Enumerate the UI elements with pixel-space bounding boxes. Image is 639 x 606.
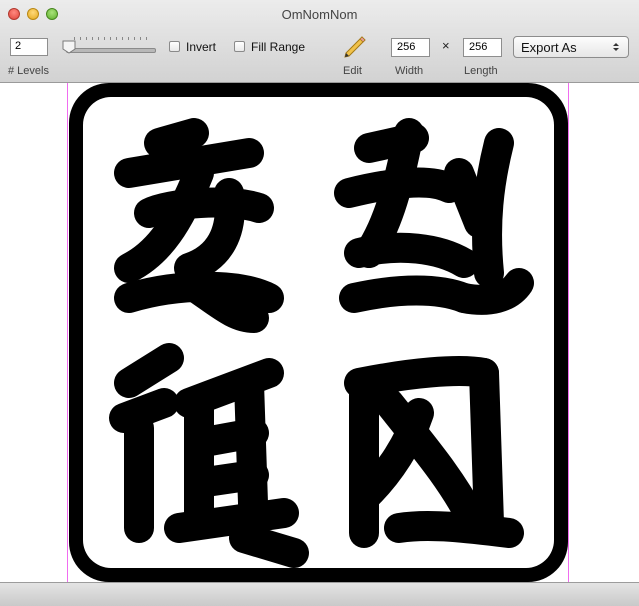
length-label: Length <box>464 65 498 77</box>
width-input[interactable]: 256 <box>391 38 430 57</box>
width-label: Width <box>395 65 424 77</box>
times-symbol: × <box>442 38 450 53</box>
invert-label: Invert <box>186 40 217 54</box>
levels-slider[interactable] <box>62 36 156 58</box>
seal-stamp-image <box>69 83 568 582</box>
pencil-icon[interactable] <box>340 34 368 62</box>
export-as-popup[interactable]: Export As <box>513 36 629 58</box>
image-canvas[interactable] <box>0 83 639 582</box>
slider-ticks <box>74 37 152 40</box>
length-input[interactable]: 256 <box>463 38 502 57</box>
title-toolbar: OmNomNom 2 # Levels Invert Fill Range Ed… <box>0 0 639 83</box>
invert-checkbox[interactable] <box>169 41 180 52</box>
status-bar <box>0 582 639 606</box>
slider-thumb-icon[interactable] <box>62 40 76 54</box>
right-guide-line <box>568 83 569 582</box>
levels-label: # Levels <box>8 65 49 77</box>
levels-input[interactable]: 2 <box>10 38 48 56</box>
slider-track <box>66 48 156 53</box>
chevron-updown-icon <box>613 43 619 51</box>
left-guide-line <box>67 83 68 582</box>
edit-label: Edit <box>343 65 362 77</box>
window-title: OmNomNom <box>281 7 358 22</box>
app-window: OmNomNom 2 # Levels Invert Fill Range Ed… <box>0 0 639 606</box>
fill-range-label: Fill Range <box>251 40 306 54</box>
fill-range-checkbox[interactable] <box>234 41 245 52</box>
export-as-label: Export As <box>521 40 577 55</box>
